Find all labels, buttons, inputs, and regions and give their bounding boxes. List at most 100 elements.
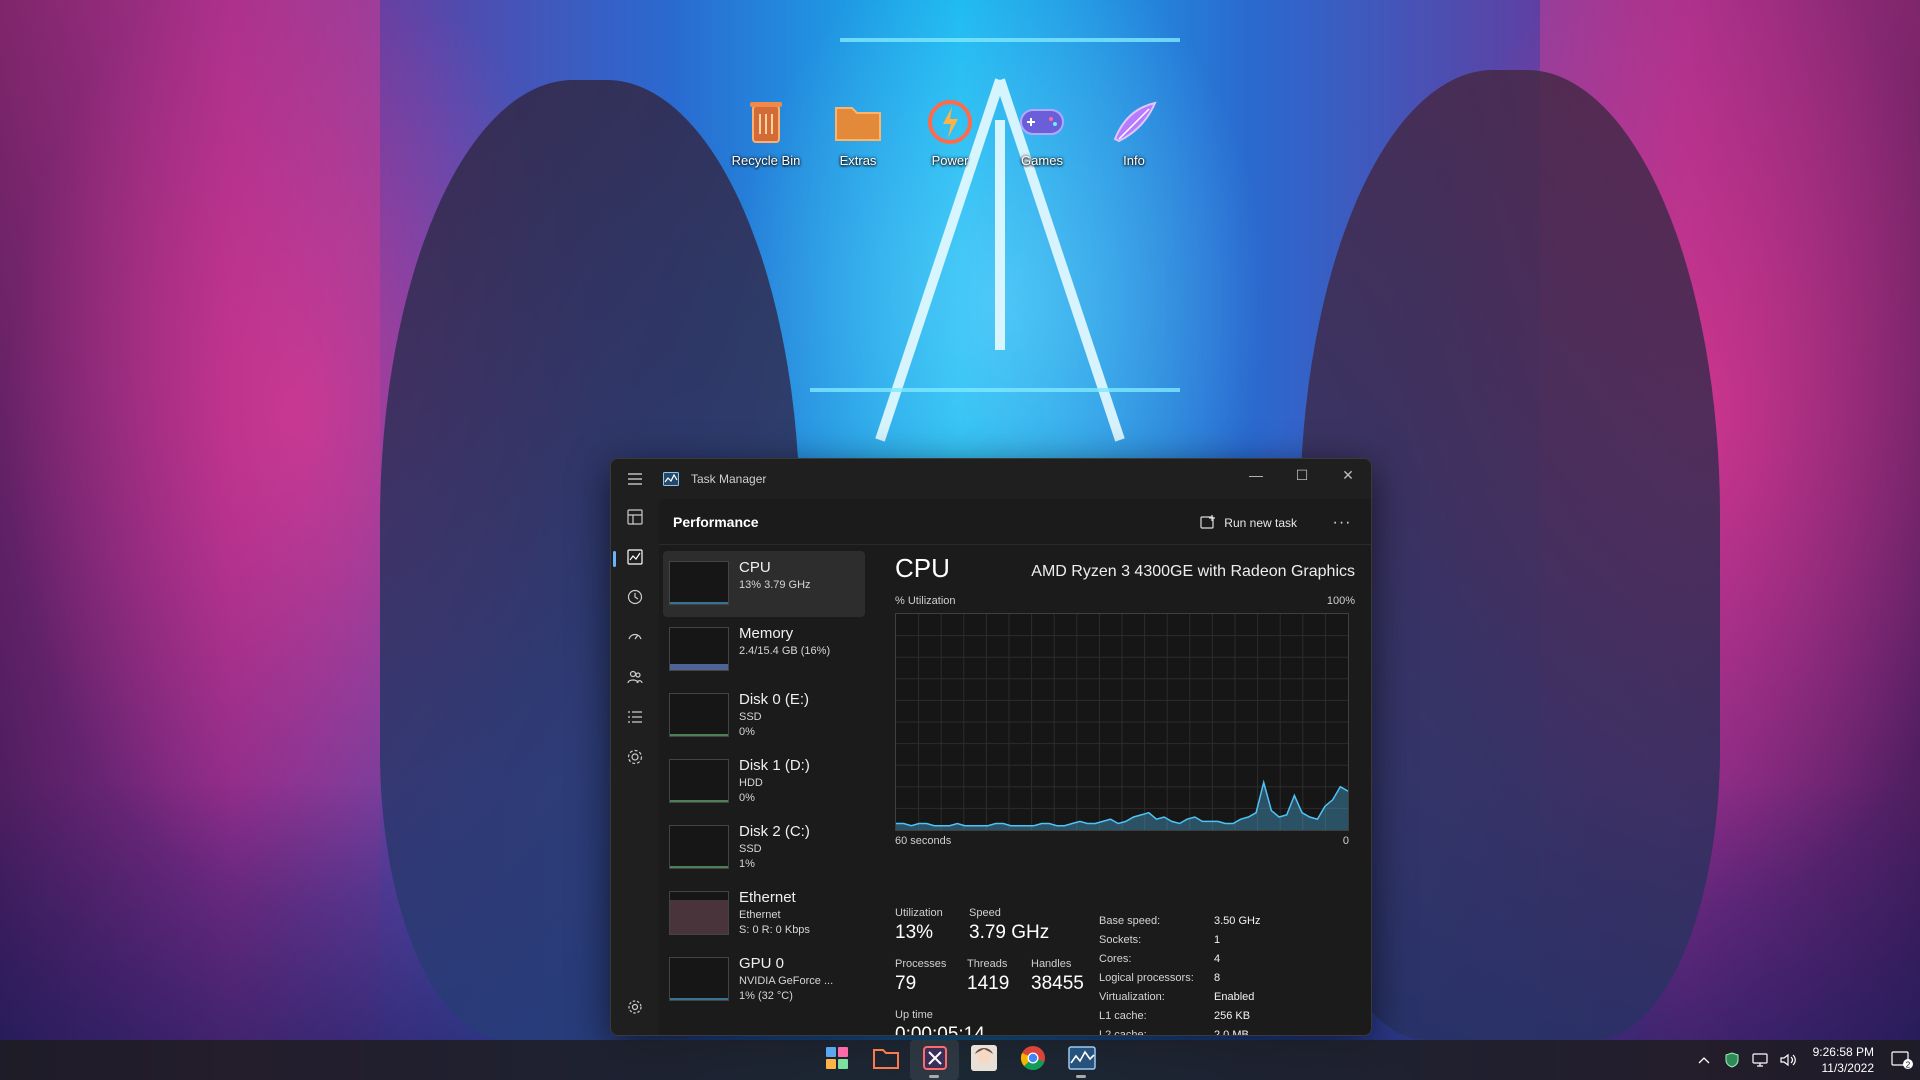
stat-utilization: Utilization 13% xyxy=(895,907,943,944)
desktop-icon-label: Games xyxy=(1021,153,1063,168)
close-icon[interactable]: ✕ xyxy=(1325,459,1371,491)
more-options-button[interactable]: ··· xyxy=(1327,509,1357,537)
notification-count: 2 xyxy=(1906,1061,1911,1070)
time-min-label: 0 xyxy=(1342,835,1349,847)
resource-item[interactable]: Disk 2 (C:) SSD 1% xyxy=(663,815,865,881)
content-area: Performance Run new task ··· CPU 13% 3.79… xyxy=(659,499,1371,1035)
anime-app-icon xyxy=(970,1044,998,1077)
stat-label: Threads xyxy=(967,958,1008,970)
cpu-heading: CPU xyxy=(895,553,950,583)
resource-text: Ethernet Ethernet S: 0 R: 0 Kbps xyxy=(739,889,810,938)
resource-detail: SSD xyxy=(739,711,762,723)
nav-settings[interactable] xyxy=(611,989,659,1029)
nav-rail xyxy=(611,499,659,1035)
resource-text: CPU 13% 3.79 GHz xyxy=(739,559,811,593)
processes-icon xyxy=(627,508,643,530)
taskbar-chrome[interactable] xyxy=(1008,1040,1057,1080)
desktop-icon-recycle-bin[interactable]: Recycle Bin xyxy=(730,95,802,168)
nav-processes[interactable] xyxy=(611,499,659,539)
clock-date: 11/3/2022 xyxy=(1821,1061,1875,1075)
spec-value: 2.0 MB xyxy=(1214,1028,1249,1036)
resource-thumbnail-graph xyxy=(669,561,729,605)
info-icon xyxy=(1107,95,1161,149)
maximize-icon[interactable]: ☐ xyxy=(1279,459,1325,491)
spec-value: Enabled xyxy=(1214,990,1255,1003)
resource-text: Disk 2 (C:) SSD 1% xyxy=(739,823,810,872)
spec-key: L1 cache: xyxy=(1099,1009,1147,1022)
resource-detail: SSD xyxy=(739,843,762,855)
taskbar-task-manager[interactable] xyxy=(1057,1040,1106,1080)
hamburger-menu-icon[interactable] xyxy=(611,459,659,499)
stat-value: 1419 xyxy=(967,973,1010,994)
users-icon xyxy=(627,669,643,690)
resource-detail: 2.4/15.4 GB (16%) xyxy=(739,645,831,657)
spec-value: 3.50 GHz xyxy=(1214,914,1261,927)
resource-item[interactable]: CPU 13% 3.79 GHz xyxy=(663,551,865,617)
minimize-icon[interactable]: — xyxy=(1233,459,1279,491)
chrome-icon xyxy=(1020,1045,1046,1076)
spec-value: 4 xyxy=(1214,952,1221,965)
folder-icon xyxy=(831,95,885,149)
stat-label: Speed xyxy=(969,907,1001,919)
resource-item[interactable]: Ethernet Ethernet S: 0 R: 0 Kbps xyxy=(663,881,865,947)
taskbar-start-button[interactable] xyxy=(812,1040,861,1080)
resource-name: Ethernet xyxy=(739,889,796,906)
volume-icon[interactable] xyxy=(1777,1040,1799,1080)
desktop-icon-info[interactable]: Info xyxy=(1098,95,1170,168)
desktop-icon-power[interactable]: Power xyxy=(914,95,986,168)
stat-value: 79 xyxy=(895,973,917,994)
window-title: Task Manager xyxy=(691,472,767,486)
cpu-utilization-graph xyxy=(895,613,1349,831)
taskbar-file-explorer[interactable] xyxy=(861,1040,910,1080)
utilization-axis-label: % Utilization xyxy=(895,595,956,607)
clock[interactable]: 9:26:58 PM 11/3/2022 xyxy=(1805,1044,1882,1076)
resource-thumbnail-graph xyxy=(669,759,729,803)
task-manager-icon xyxy=(1067,1045,1096,1075)
stat-label: Utilization xyxy=(895,907,943,919)
run-task-icon xyxy=(1200,514,1216,533)
resource-name: Disk 0 (E:) xyxy=(739,691,810,708)
nav-startup-apps[interactable] xyxy=(611,619,659,659)
time-window-label: 60 seconds xyxy=(895,835,952,847)
resource-item[interactable]: GPU 0 NVIDIA GeForce ... 1% (32 °C) xyxy=(663,947,865,1013)
resource-name: GPU 0 xyxy=(739,955,785,972)
nav-users[interactable] xyxy=(611,659,659,699)
resource-item[interactable]: Disk 0 (E:) SSD 0% xyxy=(663,683,865,749)
stat-uptime: Up time 0:00:05:14 xyxy=(895,1009,985,1036)
history-icon xyxy=(627,589,643,610)
network-icon[interactable] xyxy=(1749,1040,1771,1080)
resource-item[interactable]: Memory 2.4/15.4 GB (16%) xyxy=(663,617,865,683)
notification-icon[interactable]: 2 xyxy=(1888,1040,1916,1080)
stat-value: 38455 xyxy=(1031,973,1084,994)
resource-text: Disk 0 (E:) SSD 0% xyxy=(739,691,809,740)
cpu-graph-svg xyxy=(896,614,1349,830)
stat-value: 0:00:05:14 xyxy=(895,1024,985,1036)
resource-text: Memory 2.4/15.4 GB (16%) xyxy=(739,625,830,659)
start-icon xyxy=(825,1046,849,1075)
run-new-task-button[interactable]: Run new task xyxy=(1192,509,1305,537)
nav-services[interactable] xyxy=(611,739,659,779)
resource-thumbnail-graph xyxy=(669,891,729,935)
stat-value: 13% xyxy=(895,922,934,943)
resource-name: Disk 1 (D:) xyxy=(739,757,810,774)
nav-details[interactable] xyxy=(611,699,659,739)
stat-label: Up time xyxy=(895,1009,933,1021)
resource-name: CPU xyxy=(739,559,771,576)
nav-performance[interactable] xyxy=(611,539,659,579)
taskbar-anime-app[interactable] xyxy=(959,1040,1008,1080)
security-shield-icon[interactable] xyxy=(1721,1040,1743,1080)
nav-app-history[interactable] xyxy=(611,579,659,619)
desktop-icon-extras[interactable]: Extras xyxy=(822,95,894,168)
desktop-icon-label: Recycle Bin xyxy=(731,153,801,168)
taskbar-snipping-tool[interactable] xyxy=(910,1040,959,1080)
stat-label: Processes xyxy=(895,958,947,970)
resource-detail: 1% (32 °C) xyxy=(739,990,793,1002)
desktop-icon-label: Info xyxy=(1123,153,1145,168)
stat-label: Handles xyxy=(1031,958,1072,970)
spec-row: L1 cache: 256 KB xyxy=(1099,1006,1260,1025)
chevron-up-icon[interactable] xyxy=(1693,1040,1715,1080)
title-bar[interactable]: Task Manager — ☐ ✕ xyxy=(611,459,1371,499)
resource-item[interactable]: Disk 1 (D:) HDD 0% xyxy=(663,749,865,815)
resource-text: GPU 0 NVIDIA GeForce ... 1% (32 °C) xyxy=(739,955,833,1004)
desktop-icon-games[interactable]: Games xyxy=(1006,95,1078,168)
